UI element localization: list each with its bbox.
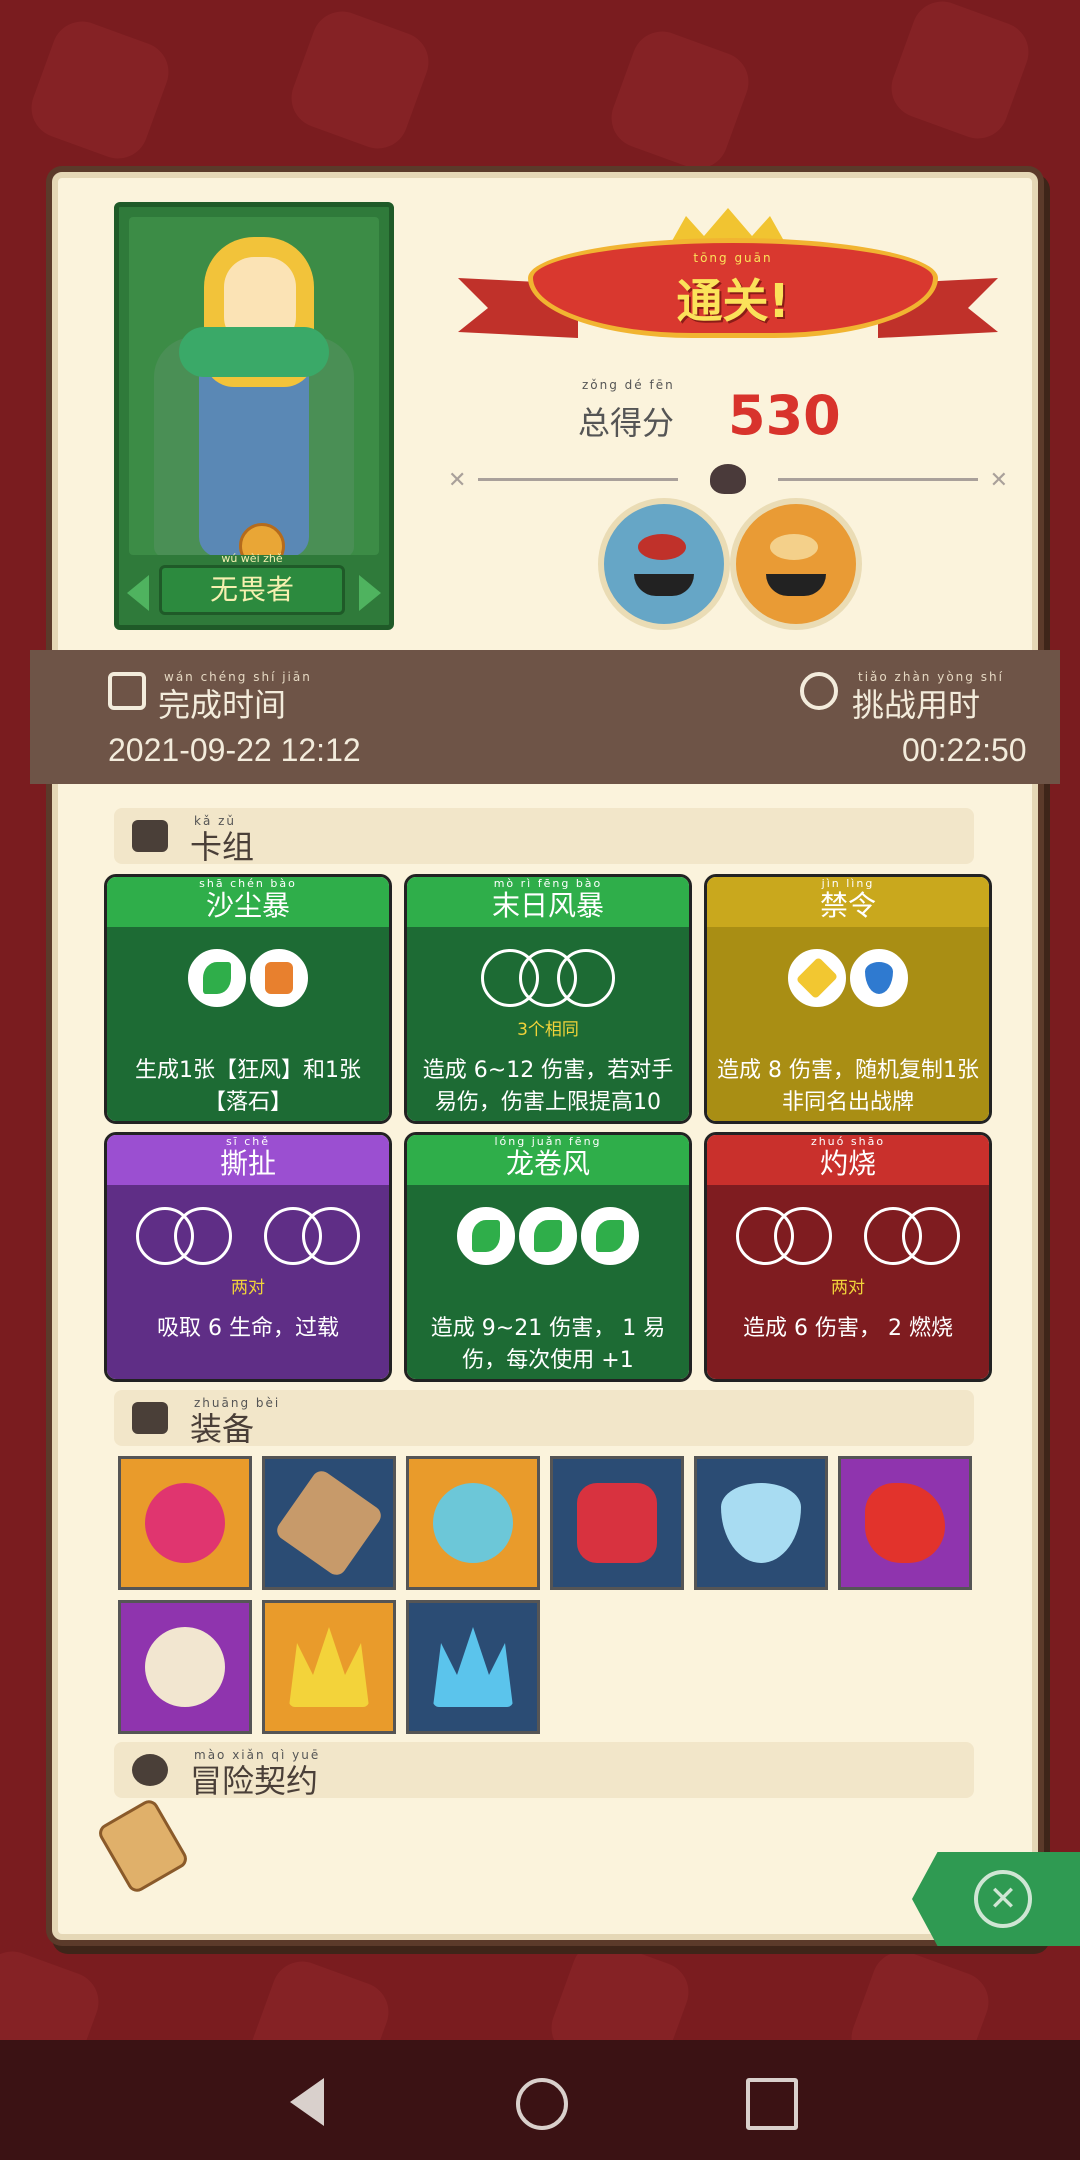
equipment-section-title: 装备 — [190, 1410, 255, 1448]
wind-gem-icon — [203, 962, 231, 994]
deck-section-title: 卡组 — [190, 828, 255, 866]
equipment-item[interactable] — [118, 1600, 252, 1734]
challenge-time-value: 00:22:50 — [902, 732, 1027, 768]
cards-icon — [132, 820, 168, 852]
dragon-icon — [865, 1483, 945, 1563]
box-icon — [132, 1402, 168, 1434]
victory-title: 通关! — [676, 274, 790, 328]
hero-card: wú wèi zhě 无畏者 — [114, 202, 394, 630]
deck-card[interactable]: lóng juǎn fēng 龙卷风 造成 9~21 伤害， 1 易伤，每次使用 … — [404, 1132, 692, 1382]
challenge-time-label: tiǎo zhàn yòng shí 挑战用时 — [852, 670, 1004, 724]
recent-apps-icon[interactable] — [746, 2078, 798, 2130]
rock-gem-icon — [265, 962, 293, 994]
hero-portrait — [129, 217, 379, 555]
ruby-icon — [577, 1483, 657, 1563]
card-description: 造成 9~21 伤害， 1 易伤，每次使用 +1 — [430, 1316, 666, 1373]
card-title: 禁令 — [819, 889, 876, 922]
victory-banner: tōng guān 通关! — [458, 208, 998, 358]
mask-icon — [145, 1627, 225, 1707]
wind-gem-icon — [596, 1220, 624, 1252]
complete-time-value: 2021-09-22 12:12 — [108, 732, 361, 768]
crystal-icon — [721, 1483, 801, 1563]
diamond-gem-icon — [795, 956, 839, 1000]
time-stats-bar: wán chéng shí jiān 完成时间 2021-09-22 12:12 … — [30, 650, 1060, 784]
stopwatch-icon — [800, 672, 838, 710]
system-nav-bar — [0, 2040, 1080, 2160]
total-score: zǒng dé fēn 总得分 530 — [578, 378, 898, 448]
victory-ruby: tōng guān — [693, 251, 773, 265]
skull-icon — [710, 464, 746, 494]
ornament-divider: ✕ ✕ — [448, 460, 1008, 496]
sword-icon: ✕ — [448, 468, 467, 493]
water-gem-icon — [865, 962, 893, 994]
sword-icon: ✕ — [989, 468, 1008, 493]
card-title: 龙卷风 — [505, 1147, 590, 1180]
card-title: 撕扯 — [219, 1147, 276, 1180]
ghost-icon — [433, 1483, 513, 1563]
equipment-item[interactable] — [118, 1456, 252, 1590]
score-label: 总得分 — [578, 404, 675, 442]
score-value: 530 — [728, 384, 841, 447]
ice-crown-icon — [433, 1627, 513, 1707]
card-title: 灼烧 — [819, 1147, 876, 1180]
hero-nameplate: wú wèi zhě 无畏者 — [159, 552, 345, 615]
equipment-item[interactable] — [406, 1456, 540, 1590]
deck-card[interactable]: shā chén bào 沙尘暴 生成1张【狂风】和1张【落石】 — [104, 874, 392, 1124]
crown-icon — [289, 1627, 369, 1707]
equipment-section-header: zhuāng bèi 装备 — [114, 1390, 974, 1448]
card-description: 生成1张【狂风】和1张【落石】 — [135, 1058, 361, 1115]
deck-card[interactable]: zhuó shāo 灼烧 两对 造成 6 伤害， 2 燃烧 — [704, 1132, 992, 1382]
card-condition: 3个相同 — [517, 1020, 579, 1040]
back-icon[interactable] — [290, 2078, 324, 2126]
close-button[interactable]: ✕ — [912, 1852, 1080, 1946]
card-description: 造成 6 伤害， 2 燃烧 — [743, 1316, 953, 1341]
card-condition: 两对 — [831, 1278, 865, 1298]
equipment-item[interactable] — [406, 1600, 540, 1734]
wind-gem-icon — [534, 1220, 562, 1252]
hero-name: 无畏者 — [209, 573, 294, 606]
complete-time-label: wán chéng shí jiān 完成时间 — [158, 670, 312, 724]
equipment-item[interactable] — [262, 1456, 396, 1590]
hero-name-ruby: wú wèi zhě — [221, 552, 283, 565]
defeated-enemy-avatar — [598, 498, 730, 630]
card-condition: 两对 — [231, 1278, 265, 1298]
equipment-item[interactable] — [550, 1456, 684, 1590]
equipment-item[interactable] — [262, 1600, 396, 1734]
person-icon — [132, 1754, 168, 1786]
card-title: 沙尘暴 — [205, 889, 290, 922]
card-description: 吸取 6 生命，过载 — [157, 1316, 339, 1341]
score-ruby: zǒng dé fēn — [582, 378, 675, 392]
equipment-item[interactable] — [694, 1456, 828, 1590]
next-hero-arrow-icon[interactable] — [359, 575, 381, 611]
prev-hero-arrow-icon[interactable] — [127, 575, 149, 611]
results-panel: wú wèi zhě 无畏者 tōng guān 通关! zǒng dé fēn… — [30, 172, 1060, 1940]
defeated-enemy-avatar — [730, 498, 862, 630]
close-icon: ✕ — [974, 1870, 1032, 1928]
card-title: 末日风暴 — [491, 889, 604, 922]
card-description: 造成 8 伤害，随机复制1张非同名出战牌 — [717, 1058, 979, 1115]
deck-card[interactable]: jìn lìng 禁令 造成 8 伤害，随机复制1张非同名出战牌 — [704, 874, 992, 1124]
film-icon — [108, 672, 146, 710]
scroll-icon[interactable] — [95, 1796, 191, 1896]
orb-icon — [145, 1483, 225, 1563]
card-description: 造成 6~12 伤害，若对手 易伤，伤害上限提高10 — [422, 1058, 674, 1115]
deck-card[interactable]: mò rì fēng bào 末日风暴 3个相同 造成 6~12 伤害，若对手 易… — [404, 874, 692, 1124]
equipment-item[interactable] — [838, 1456, 972, 1590]
horn-icon — [273, 1467, 385, 1579]
wind-gem-icon — [472, 1220, 500, 1252]
home-icon[interactable] — [516, 2078, 568, 2130]
deck-section-header: kǎ zǔ 卡组 — [114, 808, 974, 866]
contract-section-title: 冒险契约 — [190, 1762, 319, 1800]
deck-card[interactable]: sī chě 撕扯 两对 吸取 6 生命，过载 — [104, 1132, 392, 1382]
contract-section-header: mào xiǎn qì yuē 冒险契约 — [114, 1742, 974, 1800]
